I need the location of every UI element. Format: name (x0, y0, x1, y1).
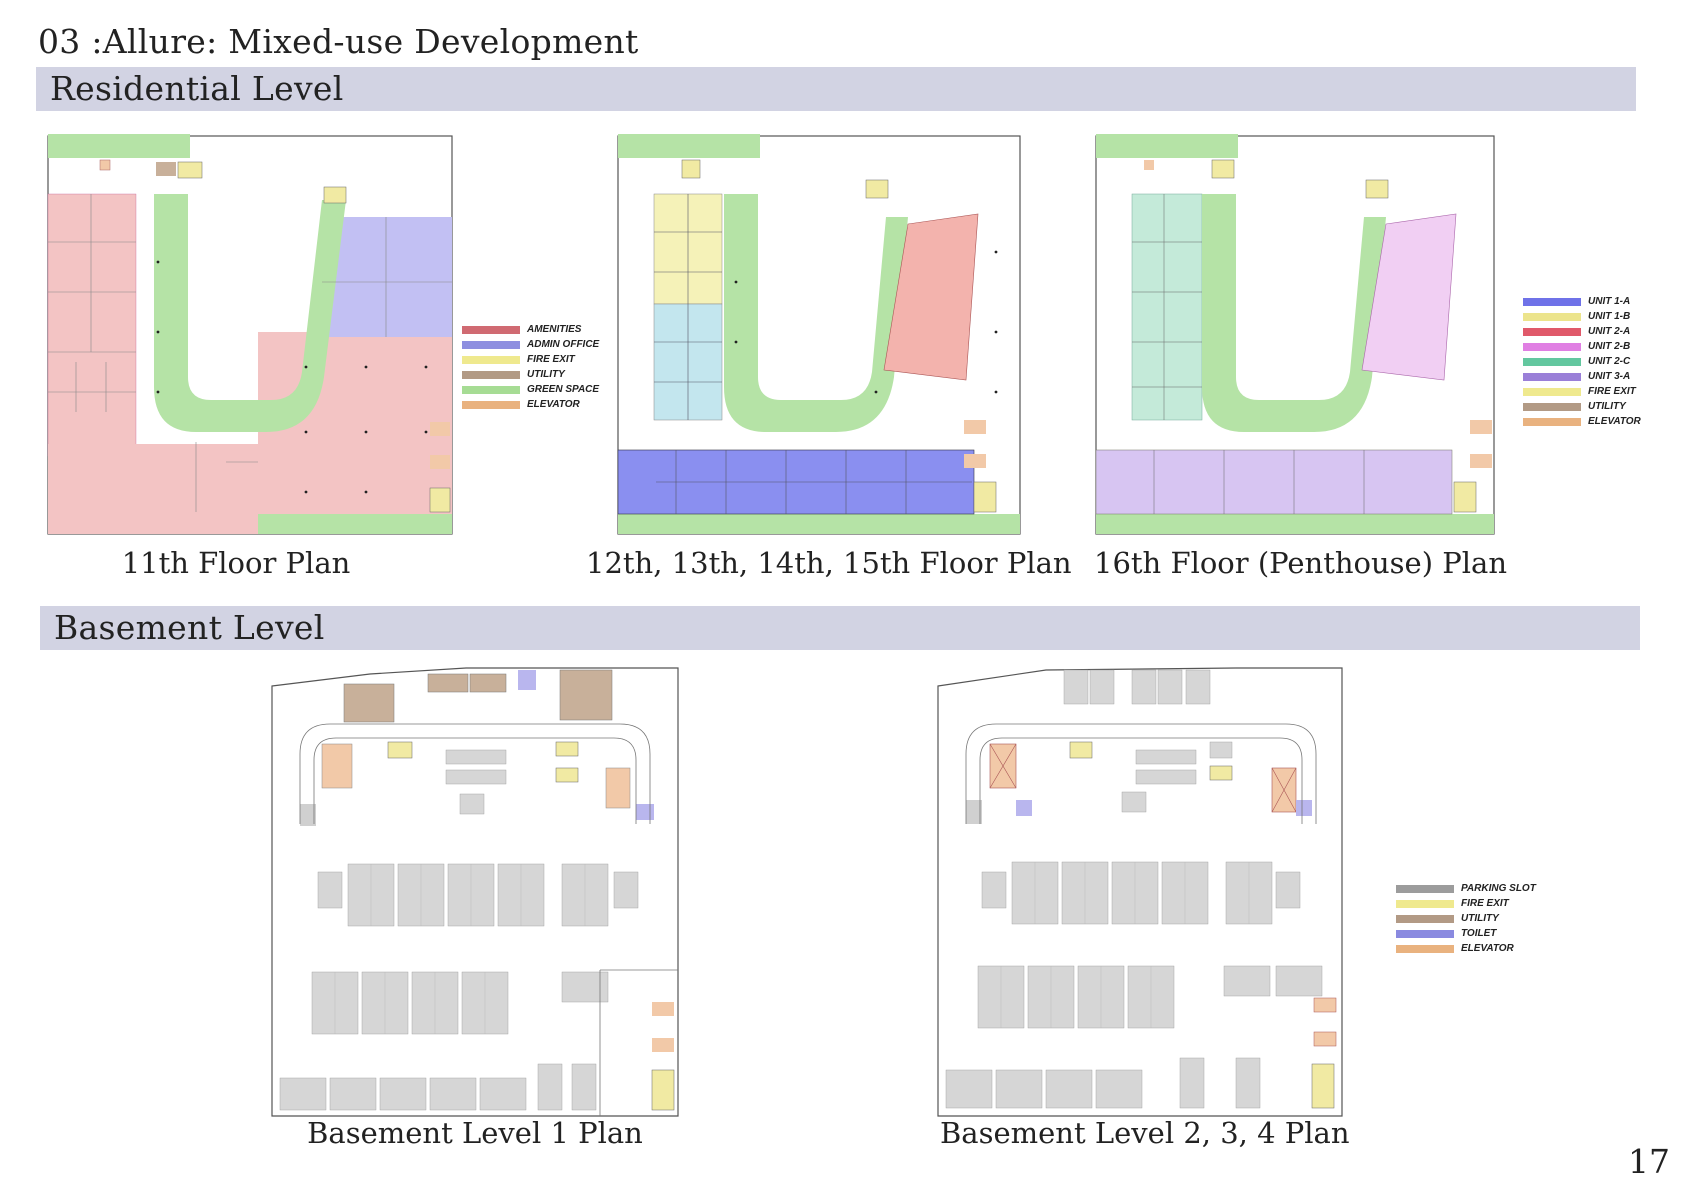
legend-item: UNIT 3-A (1523, 369, 1641, 384)
basement-plan-level-2-3-4 (937, 667, 1343, 1117)
legend-item: UTILITY (462, 367, 599, 382)
legend-swatch (462, 400, 520, 409)
legend-swatch (462, 370, 520, 379)
legend-item: PARKING SLOT (1396, 881, 1536, 896)
legend-swatch (1396, 914, 1454, 923)
legend-item: UTILITY (1396, 911, 1536, 926)
legend-swatch (1523, 297, 1581, 306)
floor-plan-16th-penthouse (1095, 134, 1495, 535)
page-title: 03 :Allure: Mixed-use Development (38, 22, 639, 61)
legend-basement: PARKING SLOT FIRE EXIT UTILITY TOILET EL… (1396, 881, 1536, 956)
caption-11th-floor: 11th Floor Plan (121, 546, 351, 580)
caption-12th-15th-floor: 12th, 13th, 14th, 15th Floor Plan (586, 546, 1072, 580)
legend-swatch (1396, 944, 1454, 953)
legend-item: ELEVATOR (1396, 941, 1536, 956)
legend-swatch (1523, 372, 1581, 381)
legend-swatch (1523, 417, 1581, 426)
section-band-basement: Basement Level (40, 606, 1640, 650)
legend-item: FIRE EXIT (1396, 896, 1536, 911)
section-title-basement: Basement Level (54, 608, 325, 647)
legend-item: UNIT 2-C (1523, 354, 1641, 369)
legend-item: UTILITY (1523, 399, 1641, 414)
legend-swatch (1396, 899, 1454, 908)
legend-item: FIRE EXIT (462, 352, 599, 367)
legend-swatch (1523, 327, 1581, 336)
legend-item: AMENITIES (462, 322, 599, 337)
legend-swatch (1523, 312, 1581, 321)
legend-swatch (1523, 342, 1581, 351)
caption-basement-2-4: Basement Level 2, 3, 4 Plan (940, 1116, 1350, 1150)
legend-swatch (462, 385, 520, 394)
legend-space-use: AMENITIES ADMIN OFFICE FIRE EXIT UTILITY… (462, 322, 599, 412)
legend-item: FIRE EXIT (1523, 384, 1641, 399)
legend-swatch (1396, 884, 1454, 893)
floor-plan-11th (47, 134, 453, 535)
legend-item: TOILET (1396, 926, 1536, 941)
section-title-residential: Residential Level (50, 69, 344, 108)
legend-swatch (1523, 402, 1581, 411)
legend-swatch (462, 355, 520, 364)
legend-swatch (1523, 357, 1581, 366)
section-band-residential: Residential Level (36, 67, 1636, 111)
legend-item: ADMIN OFFICE (462, 337, 599, 352)
caption-16th-floor: 16th Floor (Penthouse) Plan (1094, 546, 1508, 580)
legend-swatch (1523, 387, 1581, 396)
legend-item: UNIT 1-A (1523, 294, 1641, 309)
legend-item: UNIT 2-A (1523, 324, 1641, 339)
legend-item: UNIT 1-B (1523, 309, 1641, 324)
basement-plan-level-1 (271, 667, 679, 1117)
page-number: 17 (1628, 1142, 1670, 1181)
legend-units: UNIT 1-A UNIT 1-B UNIT 2-A UNIT 2-B UNIT… (1523, 294, 1641, 429)
legend-item: GREEN SPACE (462, 382, 599, 397)
legend-item: ELEVATOR (1523, 414, 1641, 429)
legend-swatch (462, 325, 520, 334)
legend-item: ELEVATOR (462, 397, 599, 412)
legend-swatch (1396, 929, 1454, 938)
legend-swatch (462, 340, 520, 349)
legend-item: UNIT 2-B (1523, 339, 1641, 354)
floor-plan-12th-to-15th (617, 134, 1021, 535)
caption-basement-1: Basement Level 1 Plan (307, 1116, 643, 1150)
